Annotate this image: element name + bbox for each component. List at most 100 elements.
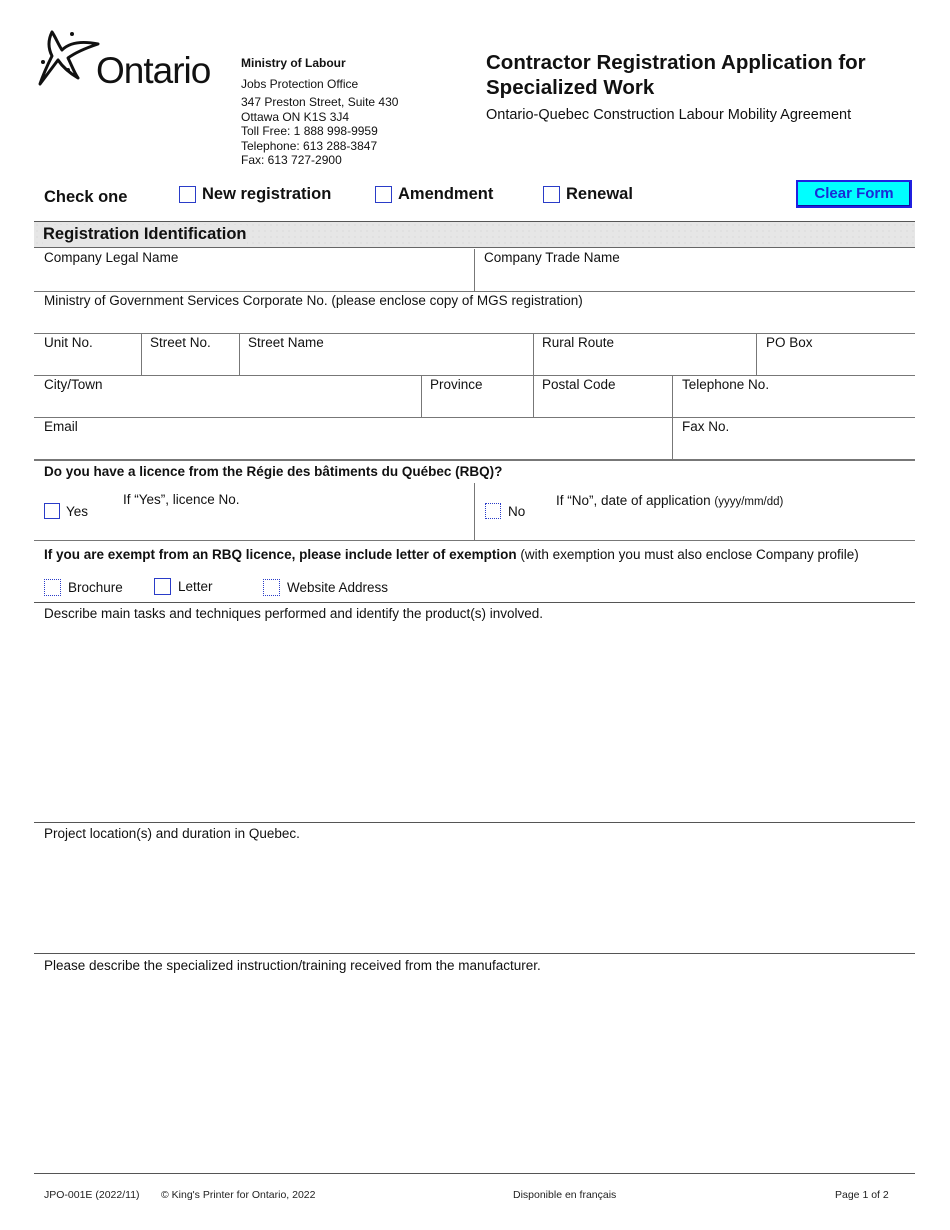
divider [474,249,475,291]
main-tasks-label: Describe main tasks and techniques perfo… [44,606,544,621]
ontario-logo: Ontario [38,28,218,92]
option-label: New registration [202,185,332,203]
exemption-brochure-option[interactable]: Brochure [44,579,123,596]
city-town-label: City/Town [44,377,103,392]
option-new-registration[interactable]: New registration [179,185,331,204]
page-number: Page 1 of 2 [835,1189,889,1201]
checkbox[interactable] [44,579,61,596]
address-line: 347 Preston Street, Suite 430 [241,95,399,109]
unit-no-label: Unit No. [44,335,93,350]
exemption-website-option[interactable]: Website Address [263,579,388,596]
divider [34,953,915,954]
fax: Fax: 613 727-2900 [241,153,342,167]
ministry-name: Ministry of Labour [241,56,346,70]
checkbox[interactable] [543,186,560,203]
street-name-input[interactable] [244,353,529,373]
option-label: Brochure [68,580,123,595]
date-format-hint: (yyyy/mm/dd) [714,496,784,508]
project-location-label: Project location(s) and duration in Queb… [44,826,300,841]
form-subtitle: Ontario-Quebec Construction Labour Mobil… [486,107,852,123]
rbq-licence-no-label: If “Yes”, licence No. [123,492,240,507]
divider [474,483,475,540]
street-no-input[interactable] [146,353,236,373]
divider [34,333,915,334]
telephone: Telephone: 613 288-3847 [241,138,378,153]
copyright: © King's Printer for Ontario, 2022 [161,1189,316,1201]
telephone-no-input[interactable] [678,395,910,415]
date-prompt: If “No”, date of application [556,493,711,508]
divider [34,417,915,418]
section-header: Registration Identification [34,221,915,248]
email-label: Email [44,419,78,434]
postal-code-label: Postal Code [542,377,616,392]
fax-no-label: Fax No. [682,419,730,434]
street-no-label: Street No. [150,335,211,350]
postal-code-input[interactable] [538,395,666,415]
company-trade-name-label: Company Trade Name [484,250,620,265]
exemption-letter-option[interactable]: Letter [154,578,213,595]
company-trade-name-input[interactable] [480,268,910,288]
rbq-application-date-label: If “No”, date of application (yyyy/mm/dd… [556,493,783,508]
clear-form-button[interactable]: Clear Form [796,180,912,208]
company-legal-name-label: Company Legal Name [44,250,179,265]
divider [756,333,757,375]
logo-wordmark: Ontario [96,50,211,91]
divider [34,459,915,461]
divider [34,375,915,376]
form-id: JPO-001E (2022/11) [44,1189,140,1201]
divider [34,540,915,541]
section-title: Registration Identification [43,225,247,244]
option-label: Amendment [398,185,494,203]
company-legal-name-input[interactable] [40,268,470,288]
mgs-corporate-no-input[interactable] [40,311,910,331]
checkbox[interactable] [375,186,392,203]
province-label: Province [430,377,483,392]
rbq-licence-no-input[interactable] [250,490,465,510]
mgs-corporate-no-label: Ministry of Government Services Corporat… [44,293,583,308]
french-availability: Disponible en français [513,1189,617,1201]
option-label: Website Address [287,580,389,595]
rural-route-input[interactable] [538,353,752,373]
toll-free: Toll Free: 1 888 998-9959 [241,124,378,138]
exemption-bold-text: If you are exempt from an RBQ licence, p… [44,547,517,562]
checkbox[interactable] [179,186,196,203]
checkbox[interactable] [154,578,171,595]
exemption-normal-text: (with exemption you must also enclose Co… [516,547,859,562]
divider [34,1173,915,1174]
rural-route-label: Rural Route [542,335,615,350]
street-name-label: Street Name [248,335,324,350]
divider [421,375,422,417]
option-label: Letter [178,579,213,594]
training-label: Please describe the specialized instruct… [44,958,541,973]
fax-no-input[interactable] [678,437,910,457]
rbq-yes-option[interactable]: Yes [44,503,88,519]
email-input[interactable] [40,437,666,457]
divider [34,822,915,823]
divider [239,333,240,375]
option-renewal[interactable]: Renewal [543,185,633,204]
po-box-label: PO Box [766,335,813,350]
training-textarea[interactable] [40,977,912,1167]
exemption-instructions: If you are exempt from an RBQ licence, p… [44,547,859,562]
po-box-input[interactable] [762,353,910,373]
form-title: Contractor Registration Application for … [486,51,866,99]
checkbox[interactable] [44,503,60,519]
province-input[interactable] [426,395,528,415]
rbq-application-date-input[interactable] [800,490,910,510]
divider [141,333,142,375]
check-one-label: Check one [44,187,128,206]
option-label: No [508,503,526,519]
option-amendment[interactable]: Amendment [375,185,493,204]
address-line: Ottawa ON K1S 3J4 [241,109,350,124]
checkbox[interactable] [263,579,280,596]
city-town-input[interactable] [40,395,415,415]
option-label: Renewal [566,185,633,203]
main-tasks-textarea[interactable] [40,625,912,817]
unit-no-input[interactable] [40,353,136,373]
office-name: Jobs Protection Office [241,76,359,91]
option-label: Yes [66,503,89,519]
rbq-no-option[interactable]: No [485,503,525,519]
checkbox[interactable] [485,503,501,519]
rbq-question: Do you have a licence from the Régie des… [44,464,503,479]
project-location-textarea[interactable] [40,845,912,949]
